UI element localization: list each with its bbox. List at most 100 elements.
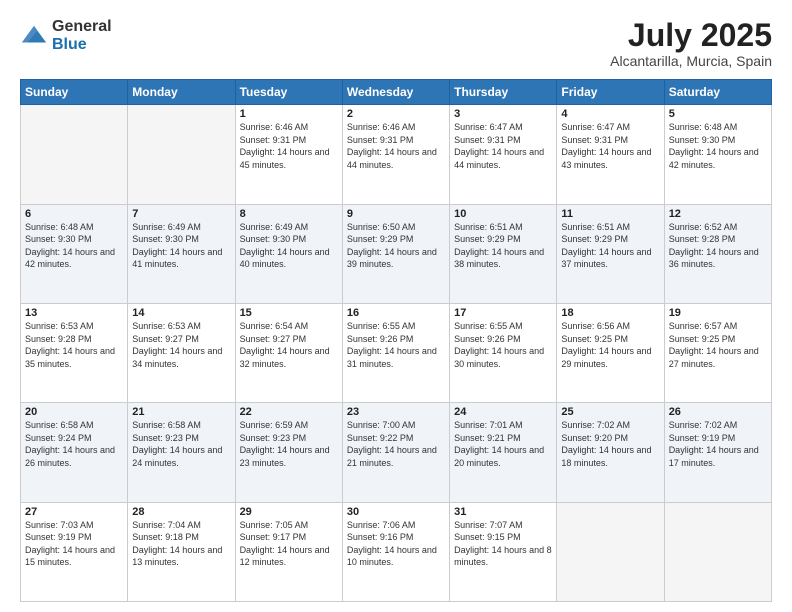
cell-info: Sunrise: 6:47 AMSunset: 9:31 PMDaylight:… [561,121,659,171]
cell-info: Sunrise: 6:53 AMSunset: 9:28 PMDaylight:… [25,320,123,370]
day-number: 30 [347,506,445,518]
col-monday: Monday [128,80,235,105]
day-number: 11 [561,208,659,220]
calendar-week-row: 27Sunrise: 7:03 AMSunset: 9:19 PMDayligh… [21,502,772,601]
table-row: 15Sunrise: 6:54 AMSunset: 9:27 PMDayligh… [235,303,342,402]
day-number: 4 [561,108,659,120]
table-row: 24Sunrise: 7:01 AMSunset: 9:21 PMDayligh… [450,403,557,502]
calendar-week-row: 20Sunrise: 6:58 AMSunset: 9:24 PMDayligh… [21,403,772,502]
col-sunday: Sunday [21,80,128,105]
cell-info: Sunrise: 6:51 AMSunset: 9:29 PMDaylight:… [454,221,552,271]
cell-info: Sunrise: 6:57 AMSunset: 9:25 PMDaylight:… [669,320,767,370]
cell-info: Sunrise: 6:49 AMSunset: 9:30 PMDaylight:… [240,221,338,271]
calendar-table: Sunday Monday Tuesday Wednesday Thursday… [20,79,772,602]
logo: General Blue [20,18,112,53]
cell-info: Sunrise: 7:01 AMSunset: 9:21 PMDaylight:… [454,419,552,469]
title-block: July 2025 Alcantarilla, Murcia, Spain [610,18,772,69]
subtitle: Alcantarilla, Murcia, Spain [610,53,772,69]
day-number: 27 [25,506,123,518]
cell-info: Sunrise: 7:02 AMSunset: 9:19 PMDaylight:… [669,419,767,469]
table-row: 6Sunrise: 6:48 AMSunset: 9:30 PMDaylight… [21,204,128,303]
day-number: 31 [454,506,552,518]
table-row: 23Sunrise: 7:00 AMSunset: 9:22 PMDayligh… [342,403,449,502]
day-number: 19 [669,307,767,319]
col-wednesday: Wednesday [342,80,449,105]
table-row: 16Sunrise: 6:55 AMSunset: 9:26 PMDayligh… [342,303,449,402]
day-number: 24 [454,406,552,418]
cell-info: Sunrise: 6:59 AMSunset: 9:23 PMDaylight:… [240,419,338,469]
cell-info: Sunrise: 7:06 AMSunset: 9:16 PMDaylight:… [347,519,445,569]
day-number: 14 [132,307,230,319]
day-number: 8 [240,208,338,220]
col-saturday: Saturday [664,80,771,105]
table-row: 14Sunrise: 6:53 AMSunset: 9:27 PMDayligh… [128,303,235,402]
day-number: 22 [240,406,338,418]
cell-info: Sunrise: 7:02 AMSunset: 9:20 PMDaylight:… [561,419,659,469]
day-number: 18 [561,307,659,319]
logo-general: General [52,18,112,36]
table-row: 9Sunrise: 6:50 AMSunset: 9:29 PMDaylight… [342,204,449,303]
day-number: 9 [347,208,445,220]
header: General Blue July 2025 Alcantarilla, Mur… [20,18,772,69]
table-row: 5Sunrise: 6:48 AMSunset: 9:30 PMDaylight… [664,105,771,204]
calendar-week-row: 13Sunrise: 6:53 AMSunset: 9:28 PMDayligh… [21,303,772,402]
cell-info: Sunrise: 6:49 AMSunset: 9:30 PMDaylight:… [132,221,230,271]
cell-info: Sunrise: 6:48 AMSunset: 9:30 PMDaylight:… [25,221,123,271]
day-number: 16 [347,307,445,319]
cell-info: Sunrise: 6:56 AMSunset: 9:25 PMDaylight:… [561,320,659,370]
table-row: 8Sunrise: 6:49 AMSunset: 9:30 PMDaylight… [235,204,342,303]
table-row: 17Sunrise: 6:55 AMSunset: 9:26 PMDayligh… [450,303,557,402]
table-row: 18Sunrise: 6:56 AMSunset: 9:25 PMDayligh… [557,303,664,402]
col-thursday: Thursday [450,80,557,105]
table-row: 3Sunrise: 6:47 AMSunset: 9:31 PMDaylight… [450,105,557,204]
main-title: July 2025 [610,18,772,53]
day-number: 1 [240,108,338,120]
table-row: 21Sunrise: 6:58 AMSunset: 9:23 PMDayligh… [128,403,235,502]
table-row: 1Sunrise: 6:46 AMSunset: 9:31 PMDaylight… [235,105,342,204]
col-friday: Friday [557,80,664,105]
table-row: 2Sunrise: 6:46 AMSunset: 9:31 PMDaylight… [342,105,449,204]
day-number: 6 [25,208,123,220]
table-row: 22Sunrise: 6:59 AMSunset: 9:23 PMDayligh… [235,403,342,502]
cell-info: Sunrise: 6:58 AMSunset: 9:24 PMDaylight:… [25,419,123,469]
table-row: 25Sunrise: 7:02 AMSunset: 9:20 PMDayligh… [557,403,664,502]
day-number: 21 [132,406,230,418]
cell-info: Sunrise: 6:54 AMSunset: 9:27 PMDaylight:… [240,320,338,370]
cell-info: Sunrise: 6:51 AMSunset: 9:29 PMDaylight:… [561,221,659,271]
day-number: 29 [240,506,338,518]
table-row: 12Sunrise: 6:52 AMSunset: 9:28 PMDayligh… [664,204,771,303]
table-row: 13Sunrise: 6:53 AMSunset: 9:28 PMDayligh… [21,303,128,402]
table-row: 20Sunrise: 6:58 AMSunset: 9:24 PMDayligh… [21,403,128,502]
day-number: 5 [669,108,767,120]
cell-info: Sunrise: 7:05 AMSunset: 9:17 PMDaylight:… [240,519,338,569]
table-row: 19Sunrise: 6:57 AMSunset: 9:25 PMDayligh… [664,303,771,402]
table-row: 10Sunrise: 6:51 AMSunset: 9:29 PMDayligh… [450,204,557,303]
page: General Blue July 2025 Alcantarilla, Mur… [0,0,792,612]
table-row [21,105,128,204]
day-number: 3 [454,108,552,120]
calendar-week-row: 1Sunrise: 6:46 AMSunset: 9:31 PMDaylight… [21,105,772,204]
cell-info: Sunrise: 6:48 AMSunset: 9:30 PMDaylight:… [669,121,767,171]
table-row [128,105,235,204]
cell-info: Sunrise: 6:53 AMSunset: 9:27 PMDaylight:… [132,320,230,370]
calendar-week-row: 6Sunrise: 6:48 AMSunset: 9:30 PMDaylight… [21,204,772,303]
day-number: 28 [132,506,230,518]
cell-info: Sunrise: 6:55 AMSunset: 9:26 PMDaylight:… [454,320,552,370]
cell-info: Sunrise: 7:07 AMSunset: 9:15 PMDaylight:… [454,519,552,569]
table-row: 26Sunrise: 7:02 AMSunset: 9:19 PMDayligh… [664,403,771,502]
day-number: 25 [561,406,659,418]
table-row: 4Sunrise: 6:47 AMSunset: 9:31 PMDaylight… [557,105,664,204]
calendar-header-row: Sunday Monday Tuesday Wednesday Thursday… [21,80,772,105]
cell-info: Sunrise: 6:58 AMSunset: 9:23 PMDaylight:… [132,419,230,469]
logo-icon [20,22,48,50]
table-row: 30Sunrise: 7:06 AMSunset: 9:16 PMDayligh… [342,502,449,601]
logo-blue: Blue [52,36,112,54]
day-number: 17 [454,307,552,319]
cell-info: Sunrise: 7:04 AMSunset: 9:18 PMDaylight:… [132,519,230,569]
cell-info: Sunrise: 7:03 AMSunset: 9:19 PMDaylight:… [25,519,123,569]
table-row [557,502,664,601]
table-row: 31Sunrise: 7:07 AMSunset: 9:15 PMDayligh… [450,502,557,601]
day-number: 23 [347,406,445,418]
cell-info: Sunrise: 6:52 AMSunset: 9:28 PMDaylight:… [669,221,767,271]
table-row: 27Sunrise: 7:03 AMSunset: 9:19 PMDayligh… [21,502,128,601]
